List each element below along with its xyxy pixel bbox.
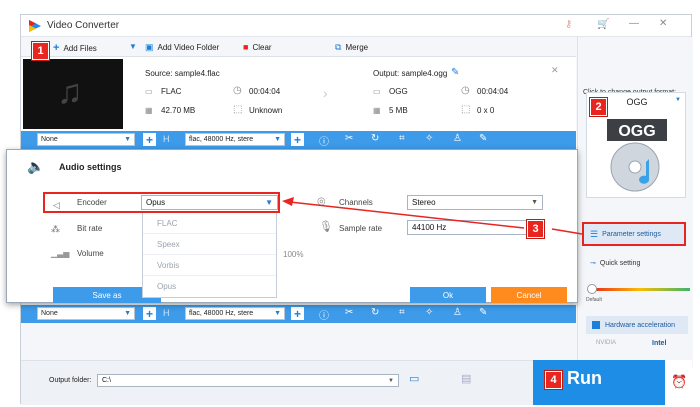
badge-3: 3 [526,219,545,239]
annotation-arrows [282,197,583,235]
arrow-line-params [551,228,583,235]
badge-1: 1 [31,41,50,61]
badge-2: 2 [589,97,608,117]
arrow-head-encoder [282,197,294,206]
arrow-line-encoder [289,201,525,229]
